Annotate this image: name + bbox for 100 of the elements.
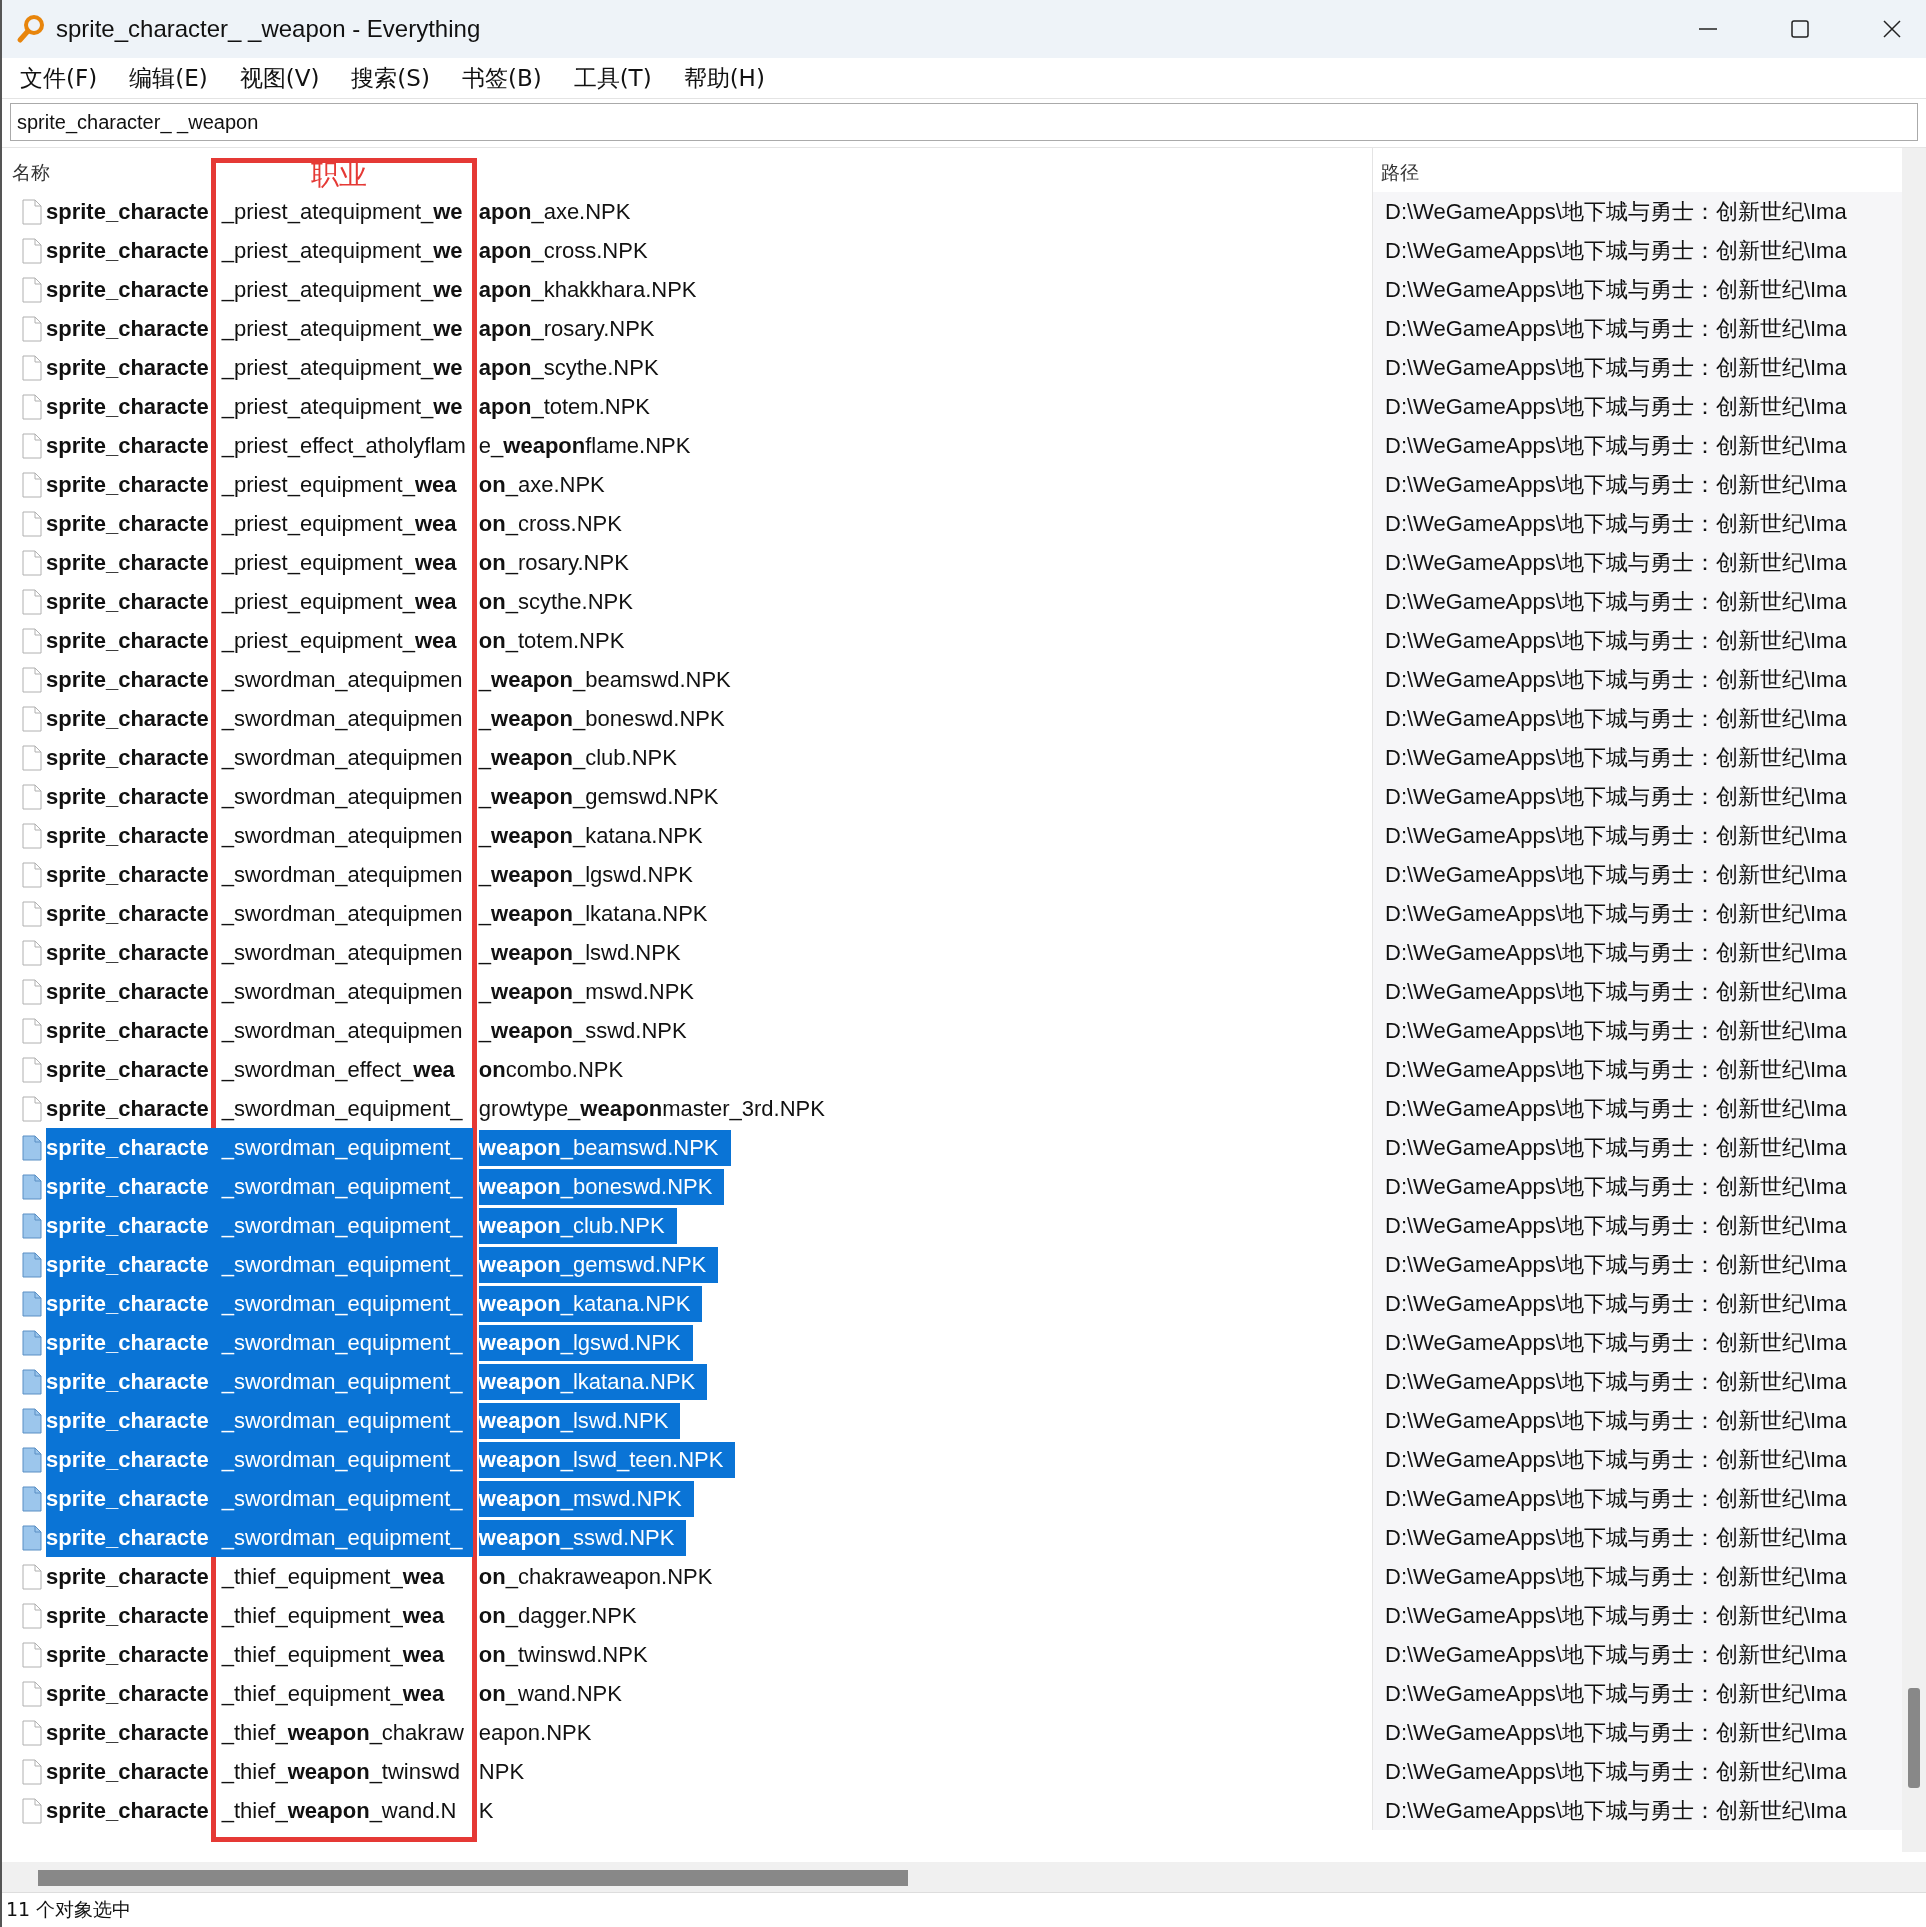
file-name-text[interactable]: sprite_characte [46, 583, 209, 620]
file-name-text[interactable]: _swordman_atequipmen [221, 973, 463, 1010]
file-name-text[interactable]: _thief_weapon_twinswd [221, 1753, 461, 1790]
file-name-text[interactable]: sprite_characte [46, 1792, 209, 1829]
file-name-text[interactable]: _priest_atequipment_we [221, 271, 463, 308]
file-name-text[interactable]: _priest_equipment_wea [221, 544, 457, 581]
menu-item[interactable]: 工具(T) [569, 60, 656, 96]
file-name-text[interactable]: _thief_weapon_wand.N [221, 1792, 457, 1829]
file-name-text[interactable]: _priest_equipment_wea [221, 583, 457, 620]
menu-item[interactable]: 文件(F) [16, 60, 102, 96]
file-name-text[interactable]: sprite_characte [46, 310, 209, 347]
file-name-text[interactable]: sprite_characte [46, 661, 209, 698]
file-name-text[interactable]: sprite_characte [46, 232, 209, 269]
file-name-text[interactable]: weapon_sswd.NPK [478, 1519, 687, 1556]
file-name-text[interactable]: weapon_gemswd.NPK [478, 1246, 719, 1283]
file-name-text[interactable]: _swordman_atequipmen [221, 739, 463, 776]
file-name-text[interactable]: _swordman_atequipmen [221, 856, 463, 893]
file-name-text[interactable]: on_cross.NPK [478, 505, 634, 542]
file-name-text[interactable]: _priest_atequipment_we [221, 310, 463, 347]
file-name-text[interactable]: sprite_characte [46, 1051, 209, 1088]
file-name-text[interactable]: sprite_characte [46, 1558, 209, 1595]
file-name-text[interactable]: on_totem.NPK [478, 622, 637, 659]
file-name-text[interactable]: e_weaponflame.NPK [478, 427, 703, 464]
file-name-text[interactable]: _priest_atequipment_we [221, 232, 463, 269]
search-field[interactable]: sprite_character_ _weapon [10, 103, 1918, 141]
file-name-text[interactable]: _swordman_atequipmen [221, 1012, 463, 1049]
file-name-text[interactable]: sprite_characte [46, 622, 209, 659]
file-name-text[interactable]: _weapon_lswd.NPK [478, 934, 693, 971]
vertical-scrollbar[interactable] [1902, 148, 1926, 1852]
file-name-text[interactable]: sprite_characte [46, 1012, 209, 1049]
file-name-text[interactable]: _priest_atequipment_we [221, 193, 463, 230]
file-name-text[interactable]: on_wand.NPK [478, 1675, 634, 1712]
file-name-text[interactable]: _priest_atequipment_we [221, 349, 463, 386]
file-name-text[interactable]: apon_khakkhara.NPK [478, 271, 709, 308]
file-name-text[interactable]: _swordman_atequipmen [221, 778, 463, 815]
file-name-text[interactable]: apon_cross.NPK [478, 232, 660, 269]
file-name-text[interactable]: weapon_lkatana.NPK [478, 1363, 708, 1400]
menu-item[interactable]: 编辑(E) [125, 60, 212, 96]
file-name-text[interactable]: sprite_characte [46, 1675, 209, 1712]
file-name-text[interactable]: _thief_equipment_wea [221, 1636, 445, 1673]
file-name-text[interactable]: _priest_equipment_wea [221, 505, 457, 542]
file-name-text[interactable]: K [478, 1792, 506, 1829]
file-name-text[interactable]: _thief_equipment_wea [221, 1558, 445, 1595]
file-name-text[interactable]: sprite_characte [46, 700, 209, 737]
file-name-text[interactable]: on_scythe.NPK [478, 583, 645, 620]
file-name-text[interactable]: sprite_characte [46, 856, 209, 893]
file-name-text[interactable]: weapon_club.NPK [478, 1207, 677, 1244]
file-name-text[interactable]: _priest_atequipment_we [221, 388, 463, 425]
file-name-text[interactable]: sprite_characte [46, 1636, 209, 1673]
file-name-text[interactable]: sprite_characte [46, 934, 209, 971]
file-name-text[interactable]: _weapon_katana.NPK [478, 817, 715, 854]
file-name-text[interactable]: sprite_characte [46, 427, 209, 464]
maximize-icon[interactable] [1790, 19, 1810, 39]
menu-item[interactable]: 视图(V) [235, 60, 324, 96]
file-name-text[interactable]: _weapon_beamswd.NPK [478, 661, 743, 698]
menu-item[interactable]: 搜索(S) [347, 60, 434, 96]
file-name-text[interactable]: sprite_characte [46, 739, 209, 776]
file-name-text[interactable]: sprite_characte [46, 895, 209, 932]
file-name-text[interactable]: on_twinswd.NPK [478, 1636, 660, 1673]
scrollbar-thumb[interactable] [1908, 1688, 1920, 1788]
file-name-text[interactable]: _swordman_atequipmen [221, 934, 463, 971]
file-name-text[interactable]: sprite_characte [46, 388, 209, 425]
file-name-text[interactable]: _weapon_lgswd.NPK [478, 856, 705, 893]
file-name-text[interactable]: _weapon_club.NPK [478, 739, 689, 776]
file-name-text[interactable]: weapon_boneswd.NPK [478, 1168, 725, 1205]
file-name-text[interactable]: sprite_characte [46, 817, 209, 854]
file-name-text[interactable]: on_dagger.NPK [478, 1597, 649, 1634]
file-name-text[interactable]: _swordman_atequipmen [221, 700, 463, 737]
file-name-text[interactable]: sprite_characte [46, 466, 209, 503]
file-name-text[interactable]: _weapon_lkatana.NPK [478, 895, 720, 932]
file-name-text[interactable]: weapon_lswd_teen.NPK [478, 1441, 736, 1478]
file-name-text[interactable]: _thief_equipment_wea [221, 1675, 445, 1712]
file-name-text[interactable]: on_chakraweapon.NPK [478, 1558, 725, 1595]
file-name-text[interactable]: _thief_weapon_chakraw [221, 1714, 464, 1751]
file-name-text[interactable]: sprite_characte [46, 193, 209, 230]
file-name-text[interactable]: on_axe.NPK [478, 466, 617, 503]
file-name-text[interactable]: sprite_characte [46, 1753, 209, 1790]
file-name-text[interactable]: oncombo.NPK [478, 1051, 636, 1088]
file-name-text[interactable]: NPK [478, 1753, 537, 1790]
file-name-text[interactable]: sprite_characte [46, 271, 209, 308]
file-name-text[interactable]: eapon.NPK [478, 1714, 604, 1751]
file-name-text[interactable]: _weapon_boneswd.NPK [478, 700, 737, 737]
file-name-text[interactable]: weapon_lgswd.NPK [478, 1324, 693, 1361]
file-name-text[interactable]: _swordman_effect_wea [221, 1051, 455, 1088]
file-name-text[interactable]: _priest_effect_atholyflam [221, 427, 466, 464]
file-name-text[interactable]: _priest_equipment_wea [221, 622, 457, 659]
file-name-text[interactable]: weapon_mswd.NPK [478, 1480, 694, 1517]
file-name-text[interactable]: _priest_equipment_wea [221, 466, 457, 503]
file-name-text[interactable]: sprite_characte [46, 778, 209, 815]
file-name-text[interactable]: apon_totem.NPK [478, 388, 662, 425]
file-name-text[interactable]: sprite_characte [46, 349, 209, 386]
file-name-text[interactable]: apon_rosary.NPK [478, 310, 667, 347]
file-name-text[interactable]: apon_axe.NPK [478, 193, 643, 230]
file-name-text[interactable]: sprite_characte [46, 1597, 209, 1634]
file-name-text[interactable]: sprite_characte [46, 544, 209, 581]
file-name-text[interactable]: _swordman_atequipmen [221, 817, 463, 854]
file-name-text[interactable]: _weapon_sswd.NPK [478, 1012, 699, 1049]
file-name-text[interactable]: growtype_weaponmaster_3rd.NPK [478, 1090, 837, 1127]
file-name-text[interactable]: _swordman_atequipmen [221, 661, 463, 698]
file-name-text[interactable]: on_rosary.NPK [478, 544, 641, 581]
